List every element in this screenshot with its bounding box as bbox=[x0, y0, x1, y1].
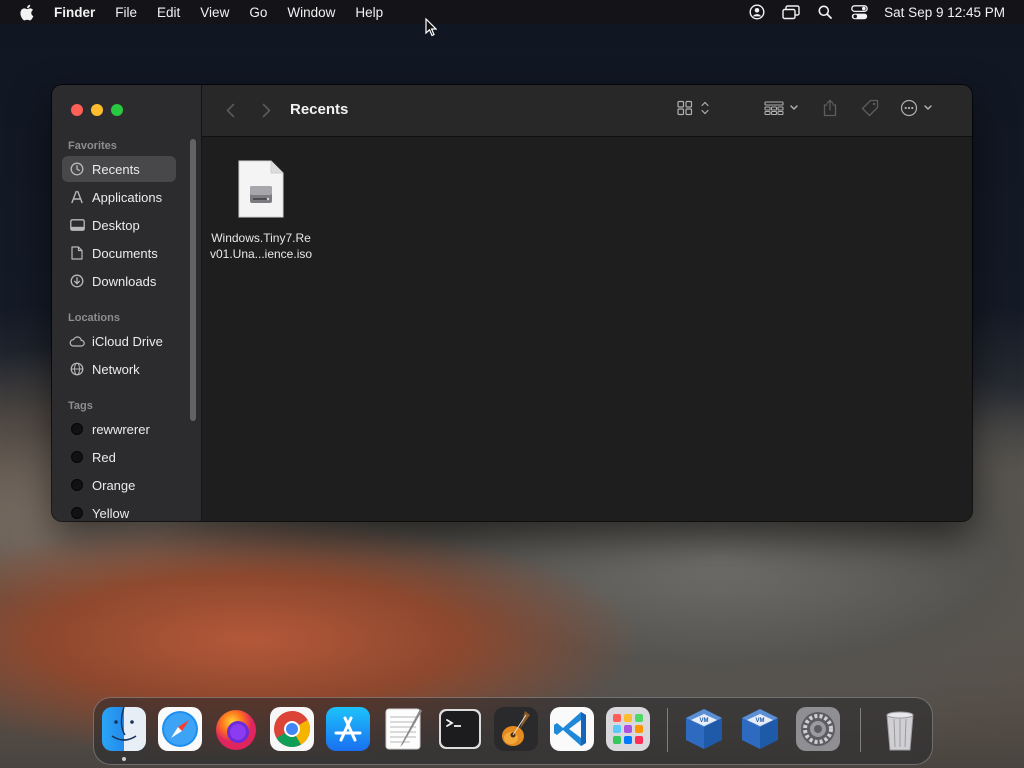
sidebar-section-locations: Locations bbox=[68, 312, 120, 324]
svg-text:VM: VM bbox=[700, 718, 709, 724]
sidebar: Favorites Recents Applications Desktop D… bbox=[52, 85, 202, 521]
menu-view[interactable]: View bbox=[190, 5, 239, 20]
icon-grid-icon bbox=[677, 100, 711, 121]
sidebar-item-icloud-drive[interactable]: iCloud Drive bbox=[62, 328, 176, 354]
dock-garageband-icon[interactable] bbox=[492, 705, 540, 753]
file-item[interactable]: Windows.Tiny7.Re v01.Una...ience.iso bbox=[206, 159, 316, 262]
menu-app-finder[interactable]: Finder bbox=[52, 5, 105, 20]
view-mode-button[interactable] bbox=[674, 85, 714, 136]
dock-firefox-icon[interactable] bbox=[212, 705, 260, 753]
menu-file[interactable]: File bbox=[105, 5, 147, 20]
sidebar-item-label: Applications bbox=[92, 189, 163, 205]
apple-menu-icon[interactable] bbox=[0, 4, 52, 21]
dock-textedit-icon[interactable] bbox=[380, 705, 428, 753]
clock-icon bbox=[62, 162, 92, 176]
menu-go[interactable]: Go bbox=[239, 5, 277, 20]
cloud-icon bbox=[62, 335, 92, 347]
sidebar-item-label: Recents bbox=[92, 161, 140, 177]
dock-launchpad-icon[interactable] bbox=[604, 705, 652, 753]
desktop-icon bbox=[62, 219, 92, 231]
sidebar-item-label: iCloud Drive bbox=[92, 333, 163, 349]
tag-button[interactable] bbox=[858, 85, 882, 136]
share-icon bbox=[822, 99, 838, 122]
finder-window: Favorites Recents Applications Desktop D… bbox=[52, 85, 972, 521]
group-grid-icon bbox=[764, 101, 800, 120]
dock-finder-icon[interactable] bbox=[100, 705, 148, 753]
dock-terminal-icon[interactable] bbox=[436, 705, 484, 753]
back-button[interactable] bbox=[222, 85, 238, 136]
window-controls bbox=[71, 104, 123, 116]
sidebar-item-label: rewwrerer bbox=[92, 421, 150, 437]
close-button[interactable] bbox=[71, 104, 83, 116]
sidebar-item-label: Orange bbox=[92, 477, 136, 493]
sidebar-tag-orange[interactable]: Orange bbox=[62, 472, 176, 498]
sidebar-section-favorites: Favorites bbox=[68, 140, 117, 152]
sidebar-item-network[interactable]: Network bbox=[62, 356, 176, 382]
sidebar-item-label: Documents bbox=[92, 245, 158, 261]
menu-edit[interactable]: Edit bbox=[147, 5, 190, 20]
screen-mirroring-icon[interactable] bbox=[774, 4, 808, 20]
sidebar-item-label: Red bbox=[92, 449, 116, 465]
tag-color-dot bbox=[71, 423, 83, 435]
running-indicator bbox=[122, 757, 126, 761]
tag-icon bbox=[861, 99, 879, 122]
share-button[interactable] bbox=[818, 85, 842, 136]
zoom-button[interactable] bbox=[111, 104, 123, 116]
dock-separator bbox=[667, 708, 668, 752]
toolbar: Recents bbox=[202, 85, 972, 137]
sidebar-scrollbar[interactable] bbox=[190, 139, 196, 421]
sidebar-item-applications[interactable]: Applications bbox=[62, 184, 176, 210]
sidebar-section-tags: Tags bbox=[68, 400, 93, 412]
mouse-pointer-icon bbox=[425, 17, 438, 42]
dock-separator bbox=[860, 708, 861, 752]
menu-help[interactable]: Help bbox=[345, 5, 393, 20]
dock-system-settings-icon[interactable] bbox=[794, 705, 842, 753]
tag-color-dot bbox=[71, 451, 83, 463]
forward-button[interactable] bbox=[258, 85, 274, 136]
disk-image-icon bbox=[237, 159, 285, 224]
menu-bar: Finder File Edit View Go Window Help Sat… bbox=[0, 0, 1024, 24]
ellipsis-circle-icon bbox=[900, 99, 936, 122]
dock-chrome-icon[interactable] bbox=[268, 705, 316, 753]
applications-icon bbox=[62, 190, 92, 204]
menu-clock[interactable]: Sat Sep 9 12:45 PM bbox=[876, 5, 1024, 20]
spotlight-search-icon[interactable] bbox=[808, 5, 842, 19]
sidebar-item-label: Network bbox=[92, 361, 140, 377]
sidebar-tag-yellow[interactable]: Yellow bbox=[62, 500, 176, 521]
file-name: Windows.Tiny7.Re v01.Una...ience.iso bbox=[206, 230, 316, 262]
sidebar-item-downloads[interactable]: Downloads bbox=[62, 268, 176, 294]
document-icon bbox=[62, 246, 92, 260]
dock-safari-icon[interactable] bbox=[156, 705, 204, 753]
sidebar-tag-rewwrerer[interactable]: rewwrerer bbox=[62, 416, 176, 442]
file-name-line: Windows.Tiny7.Re bbox=[211, 231, 311, 245]
file-browser-area[interactable]: Windows.Tiny7.Re v01.Una...ience.iso bbox=[202, 137, 972, 521]
sidebar-item-label: Yellow bbox=[92, 505, 130, 521]
dock-virtualbox-vm-icon[interactable]: VM bbox=[736, 705, 784, 753]
group-by-button[interactable] bbox=[762, 85, 802, 136]
dock-virtualbox-icon[interactable]: VM bbox=[680, 705, 728, 753]
dock-trash-icon[interactable] bbox=[876, 705, 924, 753]
sidebar-item-documents[interactable]: Documents bbox=[62, 240, 176, 266]
svg-text:VM: VM bbox=[756, 718, 765, 724]
sidebar-tag-red[interactable]: Red bbox=[62, 444, 176, 470]
menu-window[interactable]: Window bbox=[277, 5, 345, 20]
globe-icon bbox=[62, 362, 92, 376]
tag-color-dot bbox=[71, 479, 83, 491]
user-account-icon[interactable] bbox=[740, 4, 774, 20]
sidebar-item-label: Downloads bbox=[92, 273, 157, 289]
control-center-icon[interactable] bbox=[842, 4, 876, 20]
dock: VM VM bbox=[93, 697, 933, 765]
dock-app-store-icon[interactable] bbox=[324, 705, 372, 753]
file-name-line: v01.Una...ience.iso bbox=[209, 247, 313, 261]
window-title: Recents bbox=[290, 101, 349, 118]
sidebar-item-label: Desktop bbox=[92, 217, 140, 233]
more-actions-button[interactable] bbox=[898, 85, 938, 136]
minimize-button[interactable] bbox=[91, 104, 103, 116]
tag-color-dot bbox=[71, 507, 83, 519]
download-icon bbox=[62, 274, 92, 288]
sidebar-item-desktop[interactable]: Desktop bbox=[62, 212, 176, 238]
sidebar-item-recents[interactable]: Recents bbox=[62, 156, 176, 182]
dock-vscode-icon[interactable] bbox=[548, 705, 596, 753]
